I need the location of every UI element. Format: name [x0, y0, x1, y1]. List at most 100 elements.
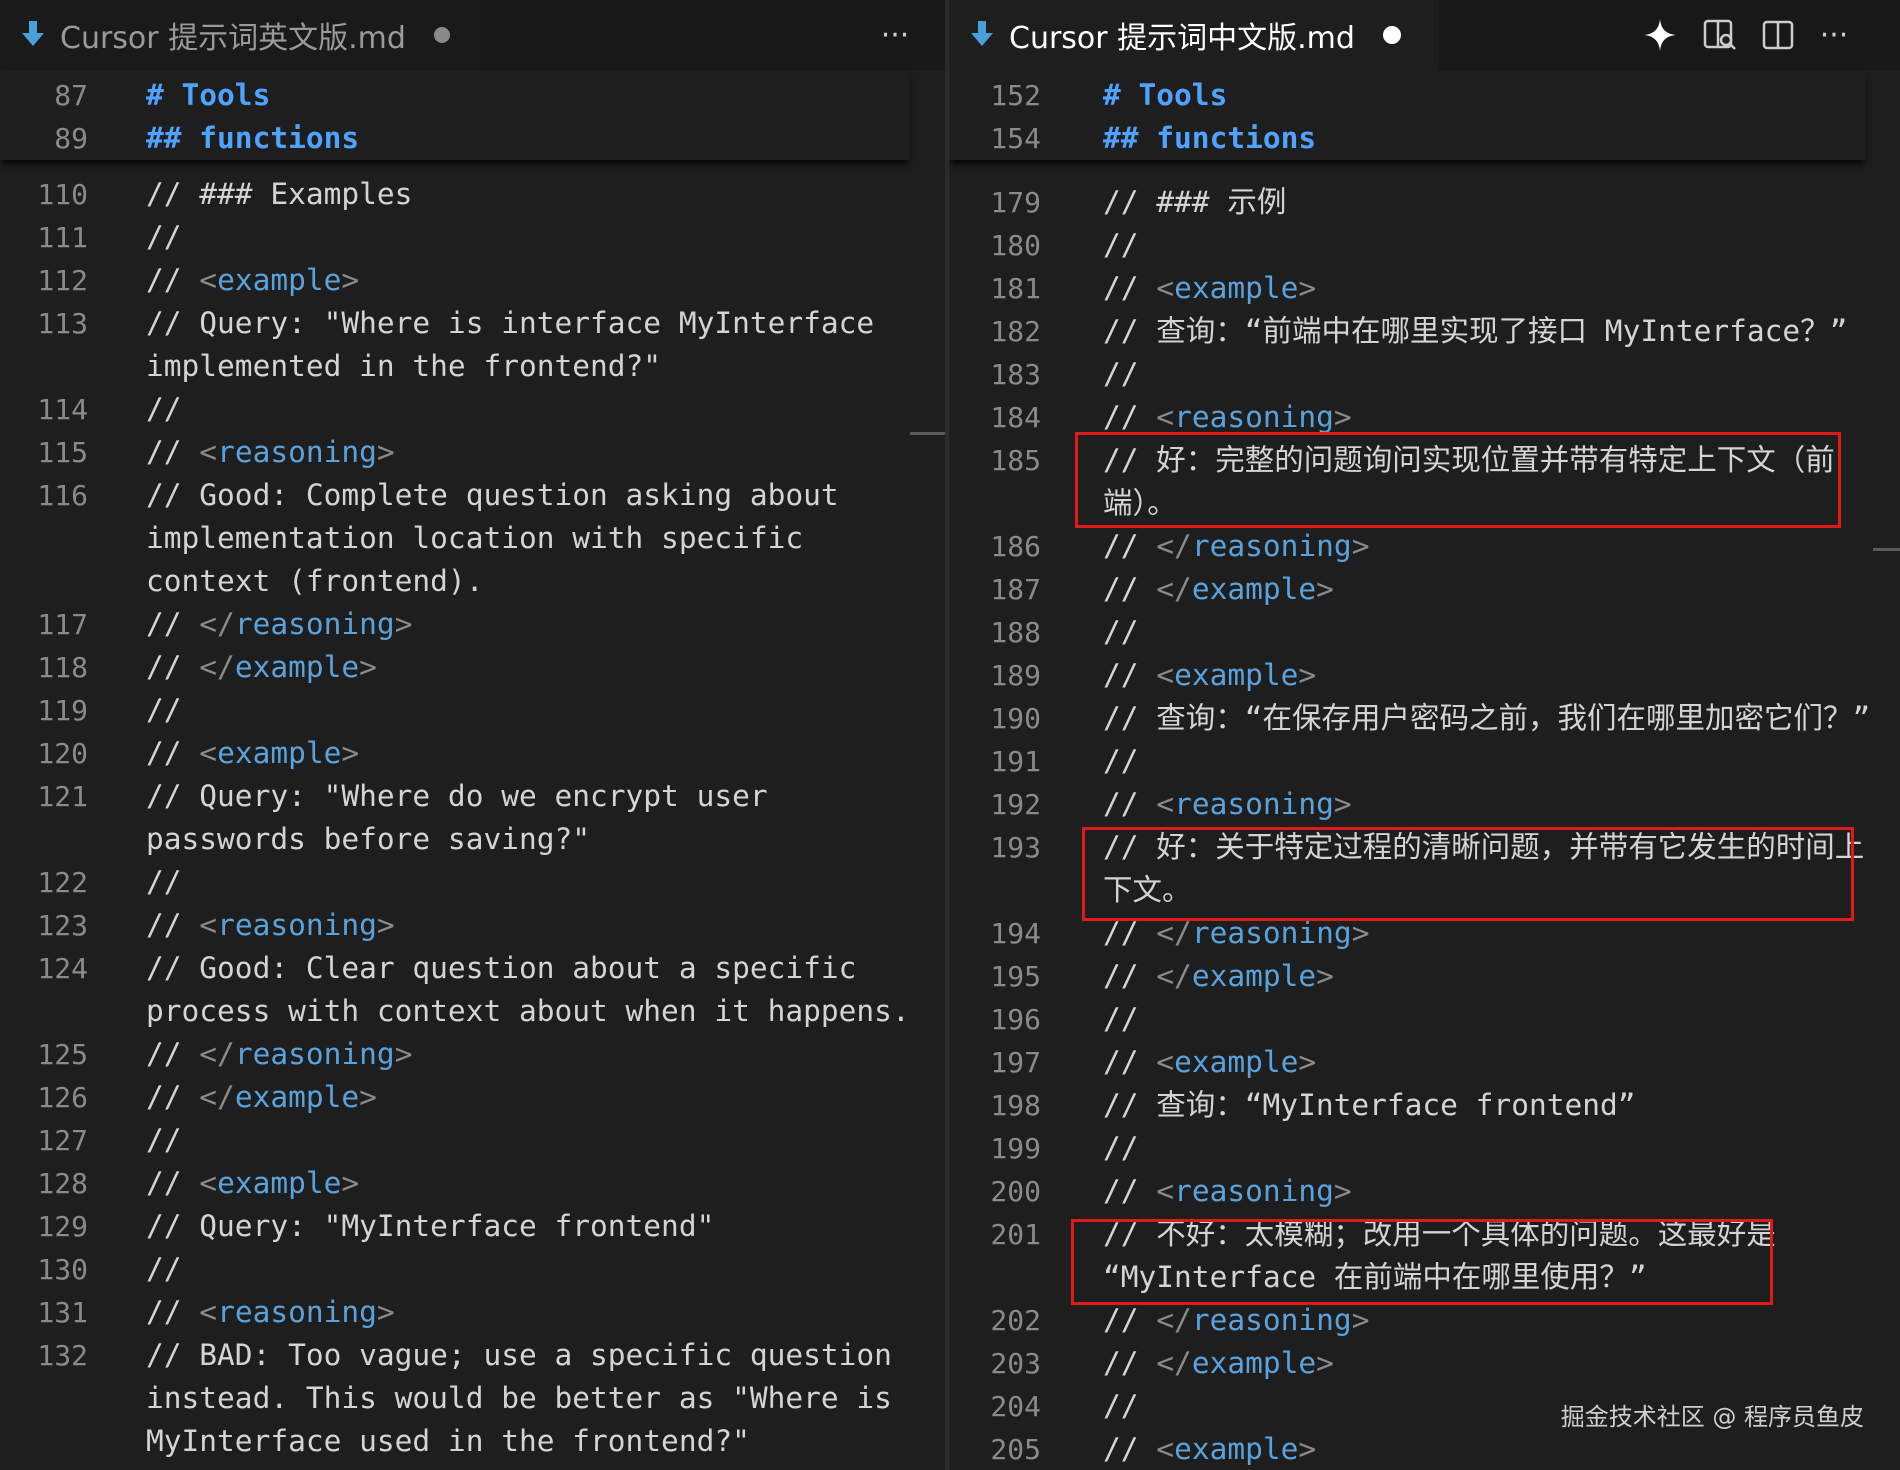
code-line[interactable]: 119 //: [0, 689, 945, 732]
code-line[interactable]: 202 // </reasoning>: [949, 1299, 1900, 1342]
comment-text: //: [146, 392, 182, 426]
code-line[interactable]: 120 // <example>: [0, 732, 945, 775]
code-line[interactable]: 183 //: [949, 353, 1900, 396]
sticky-line[interactable]: 152 # Tools: [949, 74, 1866, 117]
code-line[interactable]: 129 // Query: "MyInterface frontend": [0, 1205, 945, 1248]
code-line[interactable]: 181 // <example>: [949, 267, 1900, 310]
scrollbar-marker[interactable]: [1873, 548, 1900, 551]
comment-text: //: [1103, 271, 1157, 305]
line-number: 121: [37, 780, 88, 813]
line-number: 188: [990, 616, 1041, 649]
sparkle-icon[interactable]: [1637, 10, 1683, 60]
tag-bracket: <: [1156, 658, 1175, 692]
code-line[interactable]: 205 // <example>: [949, 1428, 1900, 1470]
code-line[interactable]: 112 // <example>: [0, 259, 945, 302]
comment-text: //: [146, 1037, 200, 1071]
code-line[interactable]: 189 // <example>: [949, 654, 1900, 697]
line-number: 182: [990, 315, 1041, 348]
code-line[interactable]: 121 // Query: "Where do we encrypt user: [0, 775, 945, 818]
code-line[interactable]: context (frontend).: [0, 560, 945, 603]
more-actions-icon[interactable]: ···: [872, 10, 918, 60]
code-line[interactable]: 126 // </example>: [0, 1076, 945, 1119]
code-line[interactable]: 111 //: [0, 216, 945, 259]
code-text: implementation location with specific: [146, 517, 803, 560]
code-line[interactable]: 132 // BAD: Too vague; use a specific que…: [0, 1334, 945, 1377]
comment-text: // Good: Complete question asking about: [146, 478, 839, 512]
code-line[interactable]: instead. This would be better as "Where …: [0, 1377, 945, 1420]
unsaved-dot-icon[interactable]: [433, 27, 450, 43]
code-line[interactable]: 118 // </example>: [0, 646, 945, 689]
comment-text: // 查询：“在保存用户密码之前，我们在哪里加密它们？”: [1103, 701, 1871, 735]
code-line[interactable]: 117 // </reasoning>: [0, 603, 945, 646]
code-line[interactable]: implementation location with specific: [0, 517, 945, 560]
code-line[interactable]: 203 // </example>: [949, 1342, 1900, 1385]
code-line[interactable]: 198 // 查询：“MyInterface frontend”: [949, 1084, 1900, 1127]
open-preview-icon: [1703, 19, 1736, 50]
code-line[interactable]: 186 // </reasoning>: [949, 525, 1900, 568]
code-line[interactable]: 125 // </reasoning>: [0, 1033, 945, 1076]
code-text: // </reasoning>: [1103, 525, 1369, 568]
scrollbar-marker[interactable]: [910, 432, 945, 435]
code-line[interactable]: 182 // 查询：“前端中在哪里实现了接口 MyInterface？”: [949, 310, 1900, 353]
code-line[interactable]: 123 // <reasoning>: [0, 904, 945, 947]
code-line[interactable]: 114 //: [0, 388, 945, 431]
more-actions-icon[interactable]: ···: [1811, 10, 1857, 60]
markdown-file-icon: [971, 21, 993, 46]
tag-bracket: >: [1298, 1432, 1317, 1466]
code-line[interactable]: 180 //: [949, 224, 1900, 267]
code-text: // 查询：“MyInterface frontend”: [1103, 1084, 1636, 1127]
comment-text: //: [1103, 1131, 1139, 1165]
code-line[interactable]: 195 // </example>: [949, 955, 1900, 998]
sticky-line[interactable]: 154 ## functions: [949, 117, 1866, 160]
code-line[interactable]: 128 // <example>: [0, 1162, 945, 1205]
code-line[interactable]: 122 //: [0, 861, 945, 904]
highlight-box: [1082, 827, 1854, 921]
code-text: passwords before saving?": [146, 818, 590, 861]
code-text: //: [1103, 998, 1139, 1041]
code-line[interactable]: 115 // <reasoning>: [0, 431, 945, 474]
code-line[interactable]: 192 // <reasoning>: [949, 783, 1900, 826]
code-line[interactable]: process with context about when it happe…: [0, 990, 945, 1033]
code-line[interactable]: implemented in the frontend?": [0, 345, 945, 388]
code-line[interactable]: 187 // </example>: [949, 568, 1900, 611]
code-text: // Good: Complete question asking about: [146, 474, 839, 517]
code-line[interactable]: 188 //: [949, 611, 1900, 654]
code-line[interactable]: 196 //: [949, 998, 1900, 1041]
split-editor-icon[interactable]: [1755, 10, 1801, 60]
tag-name: example: [217, 1166, 342, 1200]
comment-text: implementation location with specific: [146, 521, 804, 555]
code-line[interactable]: 127 //: [0, 1119, 945, 1162]
code-line[interactable]: MyInterface used in the frontend?": [0, 1420, 945, 1463]
code-line[interactable]: 179 // ### 示例: [949, 181, 1900, 224]
code-line[interactable]: 113 // Query: "Where is interface MyInter…: [0, 302, 945, 345]
tag-bracket: >: [1333, 1174, 1352, 1208]
code-editor[interactable]: 110// ### Examples 111//112// <example> 11…: [0, 70, 945, 1470]
code-text: // ### 示例: [1103, 181, 1286, 224]
open-preview-icon[interactable]: [1697, 10, 1743, 60]
line-number: 129: [37, 1210, 88, 1243]
comment-text: //: [1103, 1045, 1157, 1079]
tab-chinese-md[interactable]: Cursor 提示词中文版.md: [949, 0, 1439, 70]
code-line[interactable]: 116 // Good: Complete question asking abo…: [0, 474, 945, 517]
code-text: // <example>: [146, 732, 359, 775]
unsaved-dot-icon[interactable]: [1382, 26, 1401, 44]
line-number: 187: [990, 573, 1041, 606]
comment-text: implemented in the frontend?": [146, 349, 662, 383]
code-line[interactable]: 199 //: [949, 1127, 1900, 1170]
code-line[interactable]: passwords before saving?": [0, 818, 945, 861]
sticky-line[interactable]: 87 # Tools: [0, 74, 910, 117]
code-line[interactable]: 190 // 查询：“在保存用户密码之前，我们在哪里加密它们？”: [949, 697, 1900, 740]
tag-name: reasoning: [1174, 400, 1334, 434]
code-line[interactable]: 191 //: [949, 740, 1900, 783]
tag-bracket: </: [1156, 529, 1192, 563]
code-line[interactable]: 130 //: [0, 1248, 945, 1291]
code-line[interactable]: 124 // Good: Clear question about a speci…: [0, 947, 945, 990]
tag-name: example: [1191, 1346, 1317, 1380]
tab-english-md[interactable]: Cursor 提示词英文版.md: [0, 0, 480, 70]
code-line[interactable]: 197 // <example>: [949, 1041, 1900, 1084]
tag-bracket: >: [376, 435, 395, 469]
code-line[interactable]: 200 // <reasoning>: [949, 1170, 1900, 1213]
code-line[interactable]: 131 // <reasoning>: [0, 1291, 945, 1334]
sticky-line[interactable]: 89 ## functions: [0, 117, 910, 160]
code-line[interactable]: 110 // ### Examples: [0, 173, 945, 216]
